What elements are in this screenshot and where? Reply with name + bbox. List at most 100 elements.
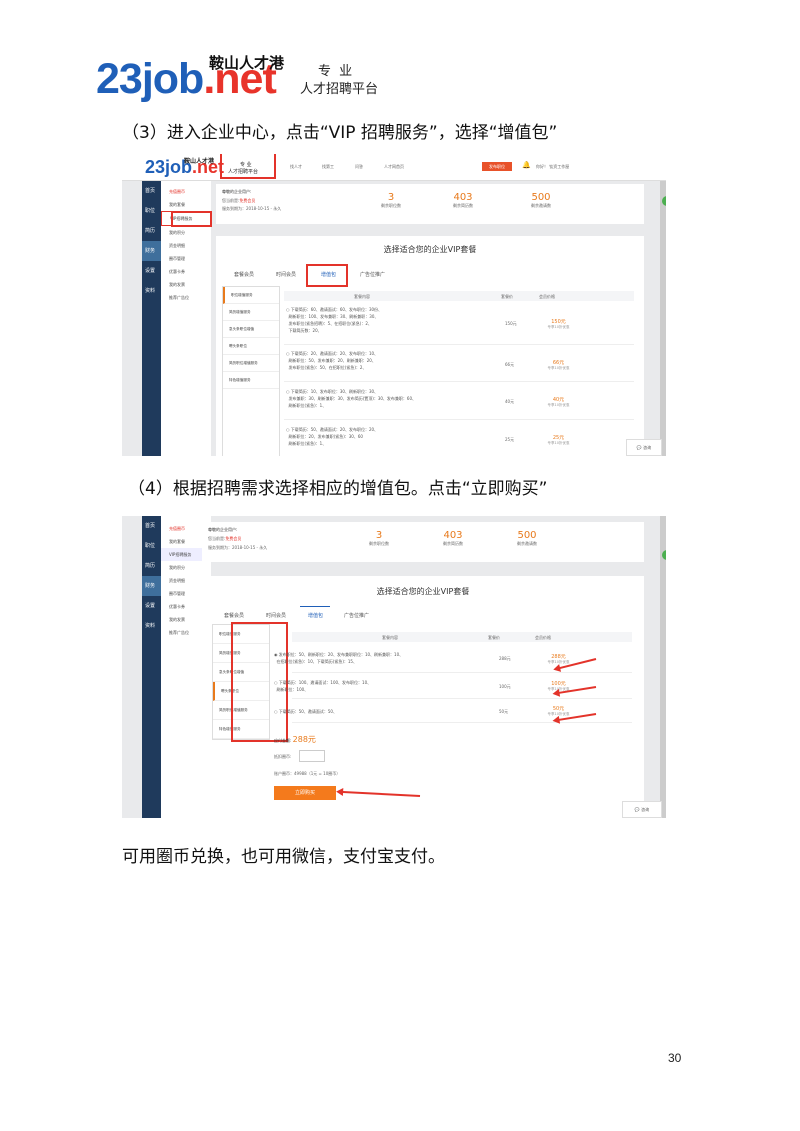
stat-jobs-value: 3: [375, 530, 383, 541]
nav-profile-item[interactable]: 资料: [142, 616, 161, 636]
stat-invite-label: 剩余邀请数: [517, 541, 537, 546]
greeting: 尊敬的企业用户:: [208, 527, 238, 532]
side-float-icon[interactable]: [662, 196, 666, 206]
menu-invoice[interactable]: 我的发票: [161, 278, 211, 291]
header-qty: 套餐价: [488, 635, 500, 640]
row-2-price: 66元: [552, 360, 565, 366]
pay-label: 应付金额:: [274, 738, 292, 743]
user-menu[interactable]: 你好！ 钛资工作屋: [536, 164, 569, 170]
pkg-urgent[interactable]: 急头条职位增值: [223, 321, 279, 338]
consult-button[interactable]: 💬 咨询: [622, 801, 662, 818]
pkg-resume[interactable]: 简历增值服务: [223, 304, 279, 321]
header-logo-cn: 鞍山人才港: [184, 158, 215, 165]
nav-profile-item[interactable]: 资料: [142, 281, 161, 301]
coin-label: 抵扣圈币:: [274, 754, 292, 759]
nav-jobs-item[interactable]: 职位: [142, 536, 161, 556]
stat-invite-value: 500: [531, 192, 551, 203]
tab-time[interactable]: 时间会员: [266, 612, 286, 619]
tab-time[interactable]: 时间会员: [276, 271, 296, 278]
consult-button[interactable]: 💬 咨询: [626, 439, 662, 456]
nav-finance-item[interactable]: 财务: [142, 241, 161, 261]
nav-jobs-item[interactable]: 职位: [142, 201, 161, 221]
page-number: 30: [668, 1051, 682, 1065]
pkg-headline[interactable]: 聘头条职位: [223, 338, 279, 355]
vip-panel: 选择适合您的企业VIP套餐 套餐会员 时间会员 增值包 广告位推广 职位增值服务…: [202, 576, 644, 818]
nav-home-item[interactable]: 首页: [142, 516, 161, 536]
menu-ad[interactable]: 推荐广告位: [161, 291, 211, 304]
row-divider: [284, 381, 634, 382]
row-3-sub: 专享10折优惠: [547, 403, 570, 407]
pkg-resume-job[interactable]: 简历职位增值服务: [223, 355, 279, 372]
nav-home[interactable]: 人才网首页: [384, 164, 404, 170]
menu-points[interactable]: 我的积分: [161, 561, 211, 574]
menu-coupons[interactable]: 优惠卡券: [161, 265, 211, 278]
account-balance: 账户圈币：49988（1元 = 10圈币）: [274, 771, 341, 776]
nav-find-talent[interactable]: 找人才: [290, 164, 302, 170]
row-divider: [292, 722, 632, 723]
expire-text: 服务到期为：2018-10-15 - 永久: [222, 206, 282, 211]
step-4-text: （4）根据招聘需求选择相应的增值包。点击“立即购买”: [128, 479, 548, 499]
nav-home-item[interactable]: 首页: [142, 181, 161, 201]
header-qty: 套餐价: [501, 294, 513, 299]
bell-icon[interactable]: 🔔: [522, 161, 531, 169]
expire-text: 服务到期为：2018-10-15 - 永久: [208, 545, 268, 550]
screenshot-step-3: 23job.net 鞍山人才港 专 业 人才招聘平台 找人才 找第工 问答 人才…: [122, 154, 666, 456]
stat-jobs-label: 剩余职位数: [381, 203, 401, 208]
row-3-price: 40元: [552, 397, 565, 403]
nav-resume-item[interactable]: 简历: [142, 221, 161, 241]
step-3-text: （3）进入企业中心，点击“VIP 招聘服务”，选择“增值包”: [122, 123, 558, 143]
menu-coins[interactable]: 圈币管理: [161, 252, 211, 265]
row-2-qty: 100元: [499, 684, 511, 689]
menu-recharge[interactable]: 充值圈币: [161, 185, 211, 198]
tab-package[interactable]: 套餐会员: [224, 612, 244, 619]
pkg-job[interactable]: 职位增值服务: [223, 287, 279, 304]
row-divider: [292, 672, 632, 673]
highlight-vip-menu: [171, 211, 212, 227]
vip-panel: 选择适合您的企业VIP套餐 套餐会员 时间会员 增值包 广告位推广 职位增值服务…: [216, 236, 644, 456]
row-2-price: 100元: [551, 681, 566, 687]
level-label: 您当前是:: [222, 198, 240, 203]
row-2-sub: 专享10折优惠: [547, 366, 570, 370]
highlight-logo: [220, 154, 276, 179]
nav-settings-item[interactable]: 设置: [142, 261, 161, 281]
menu-my-package[interactable]: 我的套餐: [161, 198, 211, 211]
side-float-icon[interactable]: [662, 550, 666, 560]
nav-settings-item[interactable]: 设置: [142, 596, 161, 616]
pkg-special[interactable]: 特色增值服务: [223, 372, 279, 389]
scrollbar[interactable]: [660, 516, 666, 818]
row-4-price: 25元: [552, 435, 565, 441]
row-3-price: 50元: [552, 706, 565, 712]
publish-job-button[interactable]: 发布职位: [482, 162, 512, 171]
tab-ad[interactable]: 广告位推广: [360, 271, 385, 278]
nav-find-worker[interactable]: 找第工: [322, 164, 334, 170]
stat-resume-value: 403: [443, 530, 463, 541]
menu-funds[interactable]: 资金明细: [161, 239, 211, 252]
row-3-qty: 50元: [499, 709, 509, 714]
scrollbar[interactable]: [660, 181, 666, 456]
tab-ad[interactable]: 广告位推广: [344, 612, 369, 619]
note-text: 可用圈币兑换，也可用微信，支付宝支付。: [122, 847, 445, 867]
row-1-price: 288元: [551, 654, 566, 660]
row-1-qty: 150元: [505, 321, 517, 326]
nav-finance-item[interactable]: 财务: [142, 576, 161, 596]
account-summary-card: 尊敬的企业用户: 您当前是:免费会员 服务到期为：2018-10-15 - 永久…: [216, 184, 644, 224]
panel-title: 选择适合您的企业VIP套餐: [376, 587, 470, 596]
stat-resume-value: 403: [453, 192, 473, 203]
row-4-qty: 25元: [505, 437, 515, 442]
panel-title: 选择适合您的企业VIP套餐: [383, 245, 477, 254]
row-2-qty: 66元: [505, 362, 515, 367]
highlight-addon-tab: [306, 264, 348, 287]
coin-input[interactable]: [299, 750, 325, 762]
row-divider: [292, 698, 632, 699]
nav-resume-item[interactable]: 简历: [142, 556, 161, 576]
row-1-sub: 专享10折优惠: [547, 325, 570, 329]
package-list: 职位增值服务 简历增值服务 急头条职位增值 聘头条职位 简历职位增值服务 特色增…: [222, 286, 280, 456]
nav-qa[interactable]: 问答: [355, 164, 363, 170]
tab-addon[interactable]: 增值包: [308, 612, 323, 619]
logo-cn-name: 鞍山人才港: [209, 54, 285, 72]
menu-points[interactable]: 我的积分: [161, 226, 211, 239]
tab-package[interactable]: 套餐会员: [234, 271, 254, 278]
buy-now-button[interactable]: 立即购买: [274, 786, 336, 800]
greeting: 尊敬的企业用户:: [222, 189, 252, 194]
header-content: 套餐内容: [354, 294, 370, 299]
